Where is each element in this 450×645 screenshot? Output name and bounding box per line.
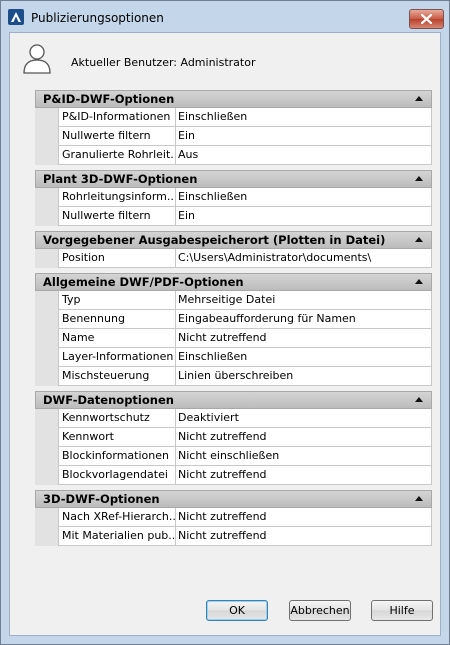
dialog-content: Aktueller Benutzer: Administrator P&ID-D…	[9, 32, 441, 636]
section-header[interactable]: DWF-Datenoptionen	[35, 391, 432, 409]
property-row[interactable]: P&ID-Informationen Einschließen	[35, 108, 432, 127]
section-title: DWF-Datenoptionen	[43, 393, 174, 407]
property-value[interactable]: Einschließen	[175, 108, 432, 127]
section-header[interactable]: P&ID-DWF-Optionen	[35, 90, 432, 108]
publish-options-dialog: Publizierungsoptionen Aktueller Benutzer…	[0, 0, 450, 645]
property-key: Kennwortschutz	[58, 409, 175, 428]
property-key: Blockinformationen	[58, 447, 175, 466]
property-value[interactable]: Nicht zutreffend	[175, 508, 432, 527]
property-value[interactable]: Nicht zutreffend	[175, 329, 432, 348]
property-value[interactable]: Nicht zutreffend	[175, 428, 432, 447]
property-value[interactable]: Eingabeaufforderung für Namen	[175, 310, 432, 329]
title-bar: Publizierungsoptionen	[1, 1, 449, 31]
property-value[interactable]: Einschließen	[175, 348, 432, 367]
collapse-chevron-icon[interactable]	[415, 176, 423, 181]
section-header[interactable]: Vorgegebener Ausgabespeicherort (Plotten…	[35, 231, 432, 249]
property-key: Name	[58, 329, 175, 348]
property-value[interactable]: Mehrseitige Datei	[175, 291, 432, 310]
section-header[interactable]: Plant 3D-DWF-Optionen	[35, 170, 432, 188]
autocad-logo-icon	[8, 9, 24, 25]
section-header[interactable]: Allgemeine DWF/PDF-Optionen	[35, 273, 432, 291]
property-row[interactable]: Typ Mehrseitige Datei	[35, 291, 432, 310]
collapse-chevron-icon[interactable]	[415, 279, 423, 284]
property-value[interactable]: Nicht zutreffend	[175, 466, 432, 485]
property-row[interactable]: Granulierte Rohrleit... Aus	[35, 146, 432, 165]
property-row[interactable]: Mischsteuerung Linien überschreiben	[35, 367, 432, 386]
user-icon	[23, 44, 51, 74]
ok-button[interactable]: OK	[206, 600, 268, 621]
property-row[interactable]: Kennwortschutz Deaktiviert	[35, 409, 432, 428]
property-value[interactable]: Aus	[175, 146, 432, 165]
property-row[interactable]: Rohrleitungsinform... Einschließen	[35, 188, 432, 207]
property-key: Kennwort	[58, 428, 175, 447]
property-value[interactable]: Einschließen	[175, 188, 432, 207]
property-value[interactable]: Ein	[175, 207, 432, 226]
property-value[interactable]: Nicht zutreffend	[175, 527, 432, 546]
collapse-chevron-icon[interactable]	[415, 496, 423, 501]
cancel-button[interactable]: Abbrechen	[289, 600, 351, 621]
property-key: Granulierte Rohrleit...	[58, 146, 175, 165]
section-title: Vorgegebener Ausgabespeicherort (Plotten…	[43, 233, 386, 247]
property-row[interactable]: Layer-Informationen Einschließen	[35, 348, 432, 367]
property-key: Nach XRef-Hierarch...	[58, 508, 175, 527]
property-row[interactable]: Blockvorlagendatei Nicht zutreffend	[35, 466, 432, 485]
property-row[interactable]: Blockinformationen Nicht einschließen	[35, 447, 432, 466]
section-title: P&ID-DWF-Optionen	[43, 92, 175, 106]
close-button[interactable]	[409, 9, 444, 29]
property-key: Benennung	[58, 310, 175, 329]
property-value[interactable]: Deaktiviert	[175, 409, 432, 428]
section-header[interactable]: 3D-DWF-Optionen	[35, 490, 432, 508]
section-title: Allgemeine DWF/PDF-Optionen	[43, 275, 244, 289]
property-grid: P&ID-DWF-Optionen P&ID-Informationen Eins…	[35, 90, 432, 546]
collapse-chevron-icon[interactable]	[415, 397, 423, 402]
property-key: Nullwerte filtern	[58, 207, 175, 226]
close-icon	[421, 14, 432, 24]
property-row[interactable]: Position C:\Users\Administrator\documents…	[35, 249, 432, 268]
collapse-chevron-icon[interactable]	[415, 96, 423, 101]
property-value[interactable]: Nicht einschließen	[175, 447, 432, 466]
property-key: Position	[58, 249, 175, 268]
help-button[interactable]: Hilfe	[371, 600, 433, 621]
section-title: 3D-DWF-Optionen	[43, 492, 160, 506]
property-row[interactable]: Kennwort Nicht zutreffend	[35, 428, 432, 447]
property-value[interactable]: Ein	[175, 127, 432, 146]
window-title: Publizierungsoptionen	[31, 11, 164, 25]
property-row[interactable]: Mit Materialien pub... Nicht zutreffend	[35, 527, 432, 546]
property-key: Mit Materialien pub...	[58, 527, 175, 546]
property-row[interactable]: Benennung Eingabeaufforderung für Namen	[35, 310, 432, 329]
property-row[interactable]: Nullwerte filtern Ein	[35, 207, 432, 226]
current-user-label: Aktueller Benutzer: Administrator	[71, 56, 256, 69]
property-value[interactable]: C:\Users\Administrator\documents\	[175, 249, 432, 268]
property-key: Mischsteuerung	[58, 367, 175, 386]
property-row[interactable]: Nach XRef-Hierarch... Nicht zutreffend	[35, 508, 432, 527]
property-key: Rohrleitungsinform...	[58, 188, 175, 207]
property-key: Nullwerte filtern	[58, 127, 175, 146]
section-title: Plant 3D-DWF-Optionen	[43, 172, 198, 186]
property-key: Typ	[58, 291, 175, 310]
property-key: P&ID-Informationen	[58, 108, 175, 127]
property-key: Layer-Informationen	[58, 348, 175, 367]
collapse-chevron-icon[interactable]	[415, 237, 423, 242]
property-key: Blockvorlagendatei	[58, 466, 175, 485]
property-row[interactable]: Name Nicht zutreffend	[35, 329, 432, 348]
property-value[interactable]: Linien überschreiben	[175, 367, 432, 386]
property-row[interactable]: Nullwerte filtern Ein	[35, 127, 432, 146]
